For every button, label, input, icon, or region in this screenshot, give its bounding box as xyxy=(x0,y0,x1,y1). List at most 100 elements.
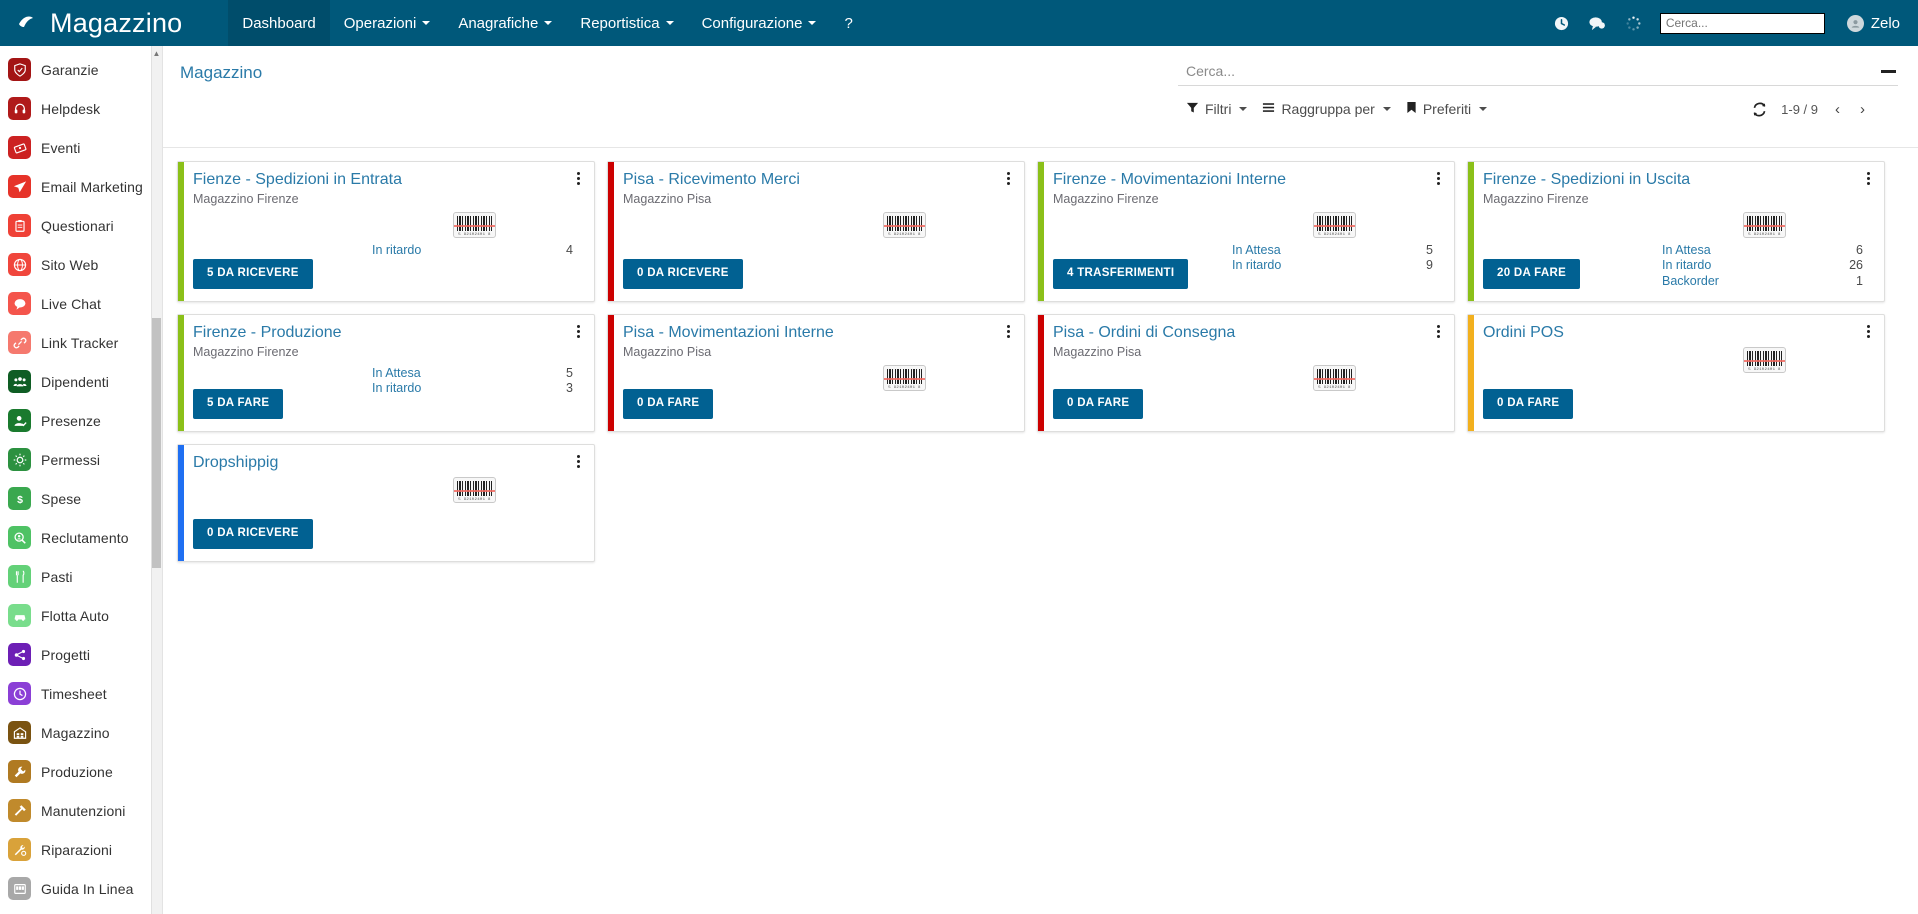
kanban-card[interactable]: Firenze - Movimentazioni Interne Magazzi… xyxy=(1037,161,1455,302)
card-menu-icon[interactable] xyxy=(1432,170,1444,187)
refresh-icon[interactable] xyxy=(1752,102,1767,117)
card-menu-icon[interactable] xyxy=(1002,323,1014,340)
card-title[interactable]: Ordini POS xyxy=(1483,324,1578,342)
group-by-button[interactable]: Raggruppa per xyxy=(1260,97,1403,121)
sidebar-item-flotta-auto[interactable]: Flotta Auto xyxy=(0,596,162,635)
activity-spinner-icon[interactable] xyxy=(1624,13,1644,33)
menu-configurazione[interactable]: Configurazione xyxy=(688,0,831,46)
card-menu-icon[interactable] xyxy=(572,453,584,470)
stat-label[interactable]: In Attesa xyxy=(1662,243,1711,258)
kanban-card[interactable]: Firenze - Produzione Magazzino Firenze 5… xyxy=(177,313,595,432)
card-primary-button[interactable]: 0 DA FARE xyxy=(623,389,714,419)
favorites-button[interactable]: Preferiti xyxy=(1404,97,1500,121)
card-menu-icon[interactable] xyxy=(1002,170,1014,187)
sidebar-item-permessi[interactable]: Permessi xyxy=(0,440,162,479)
filters-button[interactable]: Filtri xyxy=(1184,97,1260,121)
search-input[interactable] xyxy=(1184,62,1881,80)
card-title[interactable]: Pisa - Ordini di Consegna xyxy=(1053,324,1249,342)
menu-dashboard[interactable]: Dashboard xyxy=(228,0,330,46)
card-primary-button[interactable]: 0 DA RICEVERE xyxy=(623,259,743,289)
card-title[interactable]: Pisa - Ricevimento Merci xyxy=(623,171,814,189)
card-menu-icon[interactable] xyxy=(1862,323,1874,340)
scroll-up-icon[interactable]: ▲ xyxy=(152,48,161,59)
kanban-card[interactable]: Pisa - Ricevimento Merci Magazzino Pisa … xyxy=(607,161,1025,302)
kanban-card[interactable]: Pisa - Movimentazioni Interne Magazzino … xyxy=(607,313,1025,432)
stat-label[interactable]: In ritardo xyxy=(372,381,421,396)
card-menu-icon[interactable] xyxy=(572,170,584,187)
chat-bubble-icon[interactable] xyxy=(1588,13,1608,33)
stat-row: In Attesa 5 xyxy=(1232,242,1441,258)
sidebar-item-pasti[interactable]: Pasti xyxy=(0,557,162,596)
kanban-card[interactable]: Ordini POS 0 DA FARE 5 92102401 8 xyxy=(1467,313,1885,432)
sidebar-item-presenze[interactable]: Presenze xyxy=(0,401,162,440)
link-icon xyxy=(8,331,31,354)
kanban-card[interactable]: Fienze - Spedizioni in Entrata Magazzino… xyxy=(177,161,595,302)
menu-anagrafiche[interactable]: Anagrafiche xyxy=(444,0,566,46)
user-menu[interactable]: Zelo xyxy=(1841,14,1900,32)
kanban-card[interactable]: Dropshippig 0 DA RICEVERE 5 92102401 8 xyxy=(177,443,595,562)
sidebar-item-spese[interactable]: $ Spese xyxy=(0,479,162,518)
stat-label[interactable]: In ritardo xyxy=(1232,258,1281,273)
barcode-scanline xyxy=(454,490,495,493)
brand-area[interactable]: Magazzino xyxy=(0,0,200,46)
sidebar-item-progetti[interactable]: Progetti xyxy=(0,635,162,674)
sidebar-item-timesheet[interactable]: Timesheet xyxy=(0,674,162,713)
card-primary-button[interactable]: 0 DA FARE xyxy=(1483,389,1574,419)
card-title[interactable]: Fienze - Spedizioni in Entrata xyxy=(193,171,416,189)
breadcrumb[interactable]: Magazzino xyxy=(177,60,262,147)
sidebar-item-dipendenti[interactable]: Dipendenti xyxy=(0,362,162,401)
card-stats-area: 5 92102401 8 In Attesa 5 In ritardo 9 xyxy=(1228,212,1441,289)
chevron-right-icon[interactable]: › xyxy=(1857,101,1868,118)
card-primary-button[interactable]: 5 DA RICEVERE xyxy=(193,259,313,289)
clock-icon[interactable] xyxy=(1552,13,1572,33)
chevron-left-icon[interactable]: ‹ xyxy=(1832,101,1843,118)
sidebar-item-reclutamento[interactable]: Reclutamento xyxy=(0,518,162,557)
card-title[interactable]: Firenze - Spedizioni in Uscita xyxy=(1483,171,1704,189)
card-primary-button[interactable]: 4 TRASFERIMENTI xyxy=(1053,259,1189,289)
stat-label[interactable]: In Attesa xyxy=(1232,243,1281,258)
sidebar-item-garanzie[interactable]: Garanzie xyxy=(0,50,162,89)
card-title[interactable]: Firenze - Produzione xyxy=(193,324,356,342)
card-title[interactable]: Pisa - Movimentazioni Interne xyxy=(623,324,848,342)
sidebar-item-sito-web[interactable]: Sito Web xyxy=(0,245,162,284)
stat-label[interactable]: In ritardo xyxy=(1662,258,1711,273)
card-title[interactable]: Firenze - Movimentazioni Interne xyxy=(1053,171,1300,189)
stat-label[interactable]: In ritardo xyxy=(372,243,421,258)
sidebar-item-magazzino[interactable]: Magazzino xyxy=(0,713,162,752)
search-toggle-icon[interactable] xyxy=(1881,69,1896,73)
barcode-scanline xyxy=(1314,225,1355,228)
sidebar-item-guida-in-linea[interactable]: Guida In Linea xyxy=(0,869,162,908)
card-primary-button[interactable]: 0 DA RICEVERE xyxy=(193,519,313,549)
stat-value: 6 xyxy=(1856,242,1863,257)
sidebar-item-questionari[interactable]: Questionari xyxy=(0,206,162,245)
card-primary-button[interactable]: 20 DA FARE xyxy=(1483,259,1581,289)
user-check-icon xyxy=(8,409,31,432)
sidebar-item-helpdesk[interactable]: Helpdesk xyxy=(0,89,162,128)
stat-label[interactable]: In Attesa xyxy=(372,366,421,381)
card-title[interactable]: Dropshippig xyxy=(193,454,292,472)
sidebar-item-manutenzioni[interactable]: Manutenzioni xyxy=(0,791,162,830)
menu-operazioni[interactable]: Operazioni xyxy=(330,0,445,46)
sidebar-item-eventi[interactable]: Eventi xyxy=(0,128,162,167)
sidebar-item-importazioni[interactable]: Importazioni xyxy=(0,908,162,914)
card-primary-button[interactable]: 5 DA FARE xyxy=(193,389,284,419)
sidebar-item-live-chat[interactable]: Live Chat xyxy=(0,284,162,323)
card-stats-area: 5 92102401 8 xyxy=(798,212,1011,289)
sidebar-scrollbar[interactable]: ▲ xyxy=(151,46,162,914)
sidebar-item-link-tracker[interactable]: Link Tracker xyxy=(0,323,162,362)
card-menu-icon[interactable] xyxy=(1862,170,1874,187)
card-menu-icon[interactable] xyxy=(1432,323,1444,340)
chevron-down-icon xyxy=(1239,107,1248,111)
stat-label[interactable]: Backorder xyxy=(1662,274,1719,289)
menu-reportistica[interactable]: Reportistica xyxy=(566,0,687,46)
navbar-search-input[interactable] xyxy=(1659,12,1825,34)
kanban-card[interactable]: Pisa - Ordini di Consegna Magazzino Pisa… xyxy=(1037,313,1455,432)
sidebar-item-riparazioni[interactable]: Riparazioni xyxy=(0,830,162,869)
sidebar-item-produzione[interactable]: Produzione xyxy=(0,752,162,791)
sidebar-scrollbar-thumb[interactable] xyxy=(152,318,161,568)
kanban-card[interactable]: Firenze - Spedizioni in Uscita Magazzino… xyxy=(1467,161,1885,302)
card-menu-icon[interactable] xyxy=(572,323,584,340)
menu-help[interactable]: ? xyxy=(830,0,866,46)
sidebar-item-email-marketing[interactable]: Email Marketing xyxy=(0,167,162,206)
card-primary-button[interactable]: 0 DA FARE xyxy=(1053,389,1144,419)
